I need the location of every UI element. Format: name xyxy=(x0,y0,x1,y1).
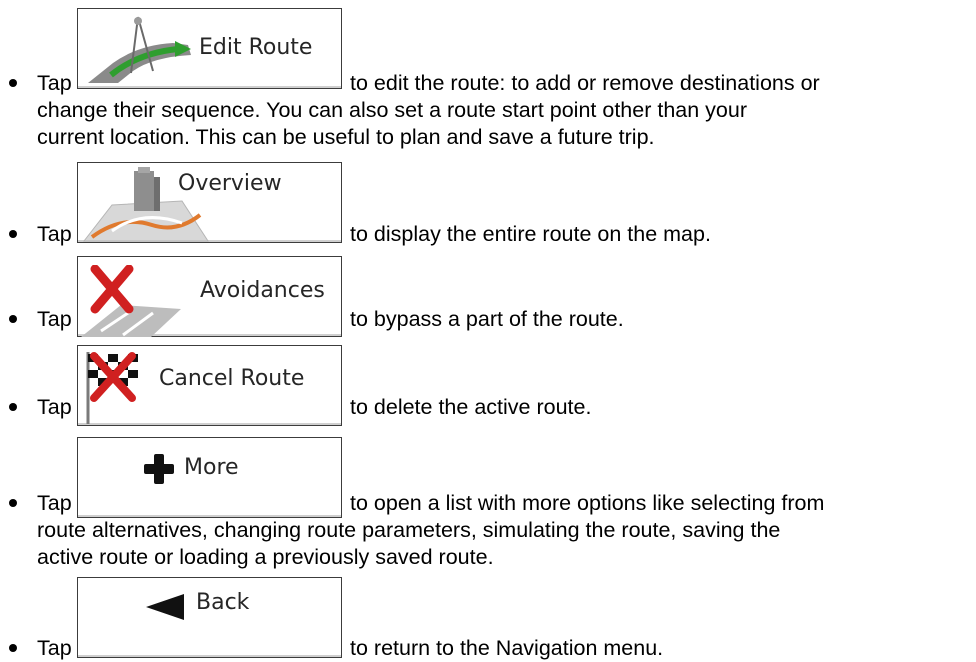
tap-text: Tap xyxy=(37,71,72,95)
more-button[interactable]: More xyxy=(77,437,342,518)
description: to open a list with more options like se… xyxy=(350,491,825,515)
tap-text: Tap xyxy=(37,491,72,515)
avoidances-button[interactable]: Avoidances xyxy=(77,256,342,337)
bullet-icon xyxy=(9,499,17,507)
description: change their sequence. You can also set … xyxy=(37,98,747,122)
description: to return to the Navigation menu. xyxy=(350,636,664,660)
description: to bypass a part of the route. xyxy=(350,307,624,331)
description: to edit the route: to add or remove dest… xyxy=(350,71,820,95)
button-label: Avoidances xyxy=(200,278,325,303)
bullet-icon xyxy=(9,230,17,238)
tap-text: Tap xyxy=(37,395,72,419)
button-label: More xyxy=(184,455,239,480)
button-label: Overview xyxy=(178,171,282,196)
back-arrow-icon xyxy=(146,594,184,620)
description: to delete the active route. xyxy=(350,395,592,419)
description: current location. This can be useful to … xyxy=(37,125,655,149)
plus-icon xyxy=(144,454,174,484)
overview-button[interactable]: Overview xyxy=(77,162,342,243)
avoidances-icon xyxy=(81,265,181,337)
edit-route-icon xyxy=(88,16,191,83)
button-label: Back xyxy=(196,590,250,615)
bullet-icon xyxy=(9,644,17,652)
bullet-icon xyxy=(9,79,17,87)
tap-text: Tap xyxy=(37,307,72,331)
back-button[interactable]: Back xyxy=(77,577,342,658)
description: active route or loading a previously sav… xyxy=(37,545,494,569)
button-label: Cancel Route xyxy=(159,366,305,391)
tap-text: Tap xyxy=(37,222,72,246)
cancel-route-icon xyxy=(86,352,138,424)
description: route alternatives, changing route param… xyxy=(37,518,781,542)
description: to display the entire route on the map. xyxy=(350,222,711,246)
cancel-route-button[interactable]: Cancel Route xyxy=(77,345,342,426)
edit-route-button[interactable]: Edit Route xyxy=(77,8,342,89)
bullet-icon xyxy=(9,403,17,411)
tap-text: Tap xyxy=(37,636,72,660)
bullet-icon xyxy=(9,315,17,323)
button-label: Edit Route xyxy=(199,35,313,60)
